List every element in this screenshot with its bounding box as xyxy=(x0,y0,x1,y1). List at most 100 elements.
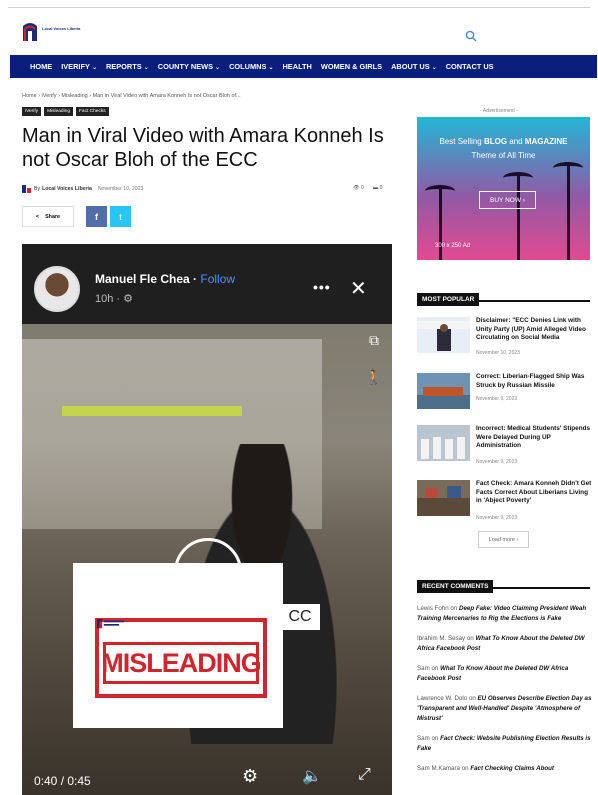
nav-item-home[interactable]: HOME xyxy=(30,62,52,71)
projected-bar xyxy=(62,406,242,416)
comment-author[interactable]: Ibrahim M. Sesay xyxy=(417,635,465,642)
captions-button[interactable]: CC xyxy=(280,604,320,630)
nav-item-contact-us[interactable]: CONTACT US xyxy=(446,62,494,71)
comment-author[interactable]: Sam xyxy=(417,735,430,742)
comment-author[interactable]: Sam M.Kamara xyxy=(417,765,460,772)
recent-comments-list: Lewis Fohn on Deep Fake: Video Claiming … xyxy=(417,604,594,784)
volume-icon[interactable]: 🔈 xyxy=(302,766,322,786)
palm-frond xyxy=(503,172,533,184)
popular-thumbnail xyxy=(417,480,470,516)
verdict-stamp: MISLEADING xyxy=(95,618,267,698)
picture-in-picture-icon[interactable]: ⧉ xyxy=(359,332,389,349)
most-popular-heading: MOST POPULAR xyxy=(417,288,590,306)
follow-button[interactable]: Follow xyxy=(200,272,235,286)
avatar[interactable] xyxy=(34,266,80,312)
nav-item-iverify[interactable]: IVERIFY ⌄ xyxy=(61,62,97,71)
popular-date: November 9, 2023 xyxy=(476,515,518,521)
chevron-down-icon: ⌄ xyxy=(91,65,97,71)
video-side-icons: ⧉ 🚶 xyxy=(359,332,389,406)
site-logo[interactable]: Local Voices Liberia xyxy=(22,22,82,46)
comment-item: Sam on Fact Check: Website Publishing El… xyxy=(417,735,591,752)
logo-text: Local Voices Liberia xyxy=(42,26,81,31)
stamp-logo-icon xyxy=(97,618,125,629)
popular-date: November 10, 2023 xyxy=(476,350,520,356)
video-poster-name[interactable]: Manuel Fle Chea · Follow xyxy=(95,272,235,286)
comment-post-link[interactable]: Fact Check: Website Publishing Election … xyxy=(417,735,591,752)
popular-thumbnail xyxy=(417,317,470,353)
twitter-icon: t xyxy=(119,211,122,222)
breadcrumb[interactable]: Home › iVerify › Misleading › Man in Vir… xyxy=(22,93,241,99)
video-age: 10h · ⚙ xyxy=(95,293,134,305)
nav-item-women-girls[interactable]: WOMEN & GIRLS xyxy=(321,62,382,71)
popular-thumbnail xyxy=(417,373,470,409)
load-more-button[interactable]: Load more › xyxy=(478,531,529,548)
chevron-down-icon: ⌄ xyxy=(143,65,149,71)
author-avatar-icon xyxy=(22,185,31,193)
article-title: Man in Viral Video with Amara Konneh Is … xyxy=(22,125,384,171)
comments-count[interactable]: ▬ 0 xyxy=(373,185,383,191)
comment-item: Lawrence W. Dolo on EU Observes Describe… xyxy=(417,695,592,722)
share-icon: < xyxy=(35,213,40,220)
article-meta: By Local Voices Liberia November 10, 202… xyxy=(22,185,143,193)
stamp-label: MISLEADING xyxy=(101,642,262,684)
ad-label: - Advertisement - xyxy=(480,108,518,114)
close-icon[interactable]: ✕ xyxy=(350,276,367,301)
popular-title[interactable]: Correct: Liberian-Flagged Ship Was Struc… xyxy=(476,373,593,390)
fullscreen-icon[interactable]: ⤢ xyxy=(358,766,371,784)
comment-author[interactable]: Lawrence W. Dolo xyxy=(417,695,467,702)
accessibility-icon[interactable]: 🚶 xyxy=(359,369,389,386)
top-divider xyxy=(8,7,590,8)
palm-tree xyxy=(439,188,442,260)
article-date: November 10, 2023 xyxy=(97,186,144,192)
nav-item-reports[interactable]: REPORTS ⌄ xyxy=(106,62,149,71)
list-item[interactable]: Correct: Liberian-Flagged Ship Was Struc… xyxy=(417,373,592,409)
tag-fact-checks[interactable]: Fact Checks xyxy=(76,107,109,116)
popular-date: November 9, 2023 xyxy=(476,396,518,402)
list-item[interactable]: Incorrect: Medical Students' Stipends We… xyxy=(417,425,592,465)
tag-iverify[interactable]: iVerify xyxy=(22,107,42,116)
popular-title[interactable]: Disclaimer: "ECC Denies Link with Unity … xyxy=(476,317,593,343)
sidebar-ad[interactable]: Best Selling BLOG and MAGAZINE Theme of … xyxy=(417,117,590,260)
chevron-down-icon: ⌄ xyxy=(215,65,221,71)
article-tags: iVerify Misleading Fact Checks xyxy=(22,107,109,116)
nav-item-about-us[interactable]: ABOUT US ⌄ xyxy=(391,62,437,71)
popular-title[interactable]: Fact Check: Amara Konneh Didn't Get Fact… xyxy=(476,480,593,506)
search-icon[interactable] xyxy=(465,30,477,42)
article-counts: 👁 0 ▬ 0 xyxy=(353,185,382,191)
list-item[interactable]: Disclaimer: "ECC Denies Link with Unity … xyxy=(417,317,592,357)
ad-size: 300 x 250 Ad xyxy=(435,243,471,249)
share-button[interactable]: < Share xyxy=(22,206,74,227)
ad-buy-now-button[interactable]: BUY NOW › xyxy=(479,191,536,209)
palm-frond xyxy=(425,185,455,197)
by-label: By xyxy=(34,186,41,192)
logo-mark-icon xyxy=(23,23,37,41)
comment-item: Sam on What To Know About the Deleted DW… xyxy=(417,665,569,682)
popular-date: November 9, 2023 xyxy=(476,459,518,465)
comment-post-link[interactable]: What To Know About the Deleted DW Africa… xyxy=(417,665,568,682)
settings-icon[interactable]: ⚙ xyxy=(242,766,258,787)
eye-icon: 👁 xyxy=(353,185,360,191)
chevron-down-icon: ⌄ xyxy=(268,65,274,71)
chevron-down-icon: ⌄ xyxy=(431,65,437,71)
comment-author[interactable]: Sam xyxy=(417,665,430,672)
comment-author[interactable]: Lewis Fohn xyxy=(417,605,449,612)
gear-icon: ⚙ xyxy=(123,293,134,305)
list-item[interactable]: Fact Check: Amara Konneh Didn't Get Fact… xyxy=(417,480,593,521)
twitter-share-button[interactable]: t xyxy=(110,206,131,227)
author-link[interactable]: Local Voices Liberia xyxy=(42,186,92,192)
main-nav: HOME IVERIFY ⌄ REPORTS ⌄ COUNTY NEWS ⌄ COLU… xyxy=(10,55,597,78)
nav-item-health[interactable]: HEALTH xyxy=(282,62,311,71)
nav-item-columns[interactable]: COLUMNS ⌄ xyxy=(229,62,273,71)
popular-title[interactable]: Incorrect: Medical Students' Stipends We… xyxy=(476,425,593,451)
comment-post-link[interactable]: Fact Checking Claims About xyxy=(470,765,554,772)
verdict-stamp-card: MISLEADING xyxy=(73,563,283,728)
nav-item-county-news[interactable]: COUNTY NEWS ⌄ xyxy=(158,62,220,71)
comment-icon: ▬ xyxy=(372,185,379,191)
more-options-icon[interactable]: ••• xyxy=(313,279,331,295)
tag-misleading[interactable]: Misleading xyxy=(44,107,73,116)
facebook-icon: f xyxy=(95,211,98,222)
recent-comments-heading: RECENT COMMENTS xyxy=(417,575,590,593)
facebook-share-button[interactable]: f xyxy=(86,206,107,227)
palm-tree xyxy=(517,175,520,260)
comment-item: Ibrahim M. Sesay on What To Know About t… xyxy=(417,635,585,652)
